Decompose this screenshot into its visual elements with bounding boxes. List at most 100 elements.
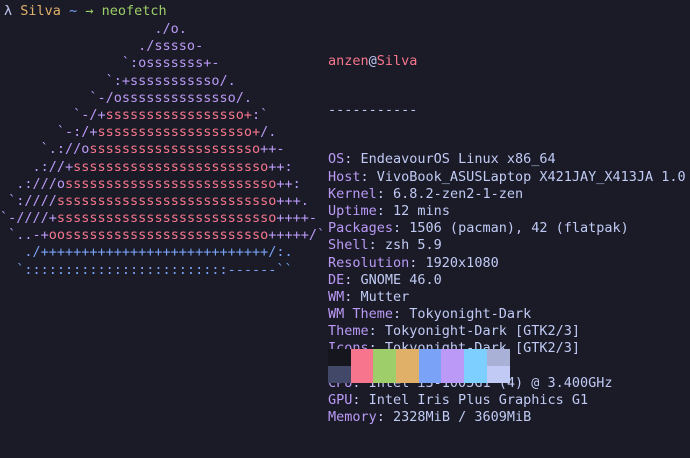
- info-colon: :: [376, 185, 394, 202]
- info-key: GPU: [328, 392, 353, 408]
- bright-swatch-6: [464, 366, 487, 383]
- info-key: Shell: [328, 237, 369, 254]
- logo-segment: /.: [260, 124, 277, 141]
- normal-swatch-5: [441, 349, 465, 366]
- logo-segment: `:////: [0, 192, 57, 209]
- info-key: Uptime: [328, 202, 377, 219]
- logo-segment: oosssssssssssssssssssssssso: [48, 227, 269, 244]
- info-colon: :: [368, 323, 385, 340]
- info-key: DE: [328, 271, 345, 288]
- info-row-resolution: Resolution: 1920x1080: [328, 255, 686, 272]
- logo-line: ./o.: [0, 21, 325, 38]
- info-key: Theme: [328, 323, 369, 340]
- info-value: 1506 (pacman), 42 (flatpak): [409, 220, 629, 237]
- logo-segment: .:///o: [0, 175, 66, 192]
- logo-line: `-/ossssssssssssso/.: [0, 90, 325, 107]
- info-value: GNOME 46.0: [360, 271, 442, 288]
- bright-swatch-1: [350, 366, 374, 383]
- logo-line: .://+ssssssssssssssssssssssso++:: [0, 159, 325, 176]
- info-colon: :: [368, 237, 385, 254]
- logo-segment: +++++/`: [268, 227, 326, 244]
- logo-segment: sssssssssssssssssssssssssso: [56, 192, 277, 209]
- logo-line: `:osssssss+-: [0, 55, 325, 72]
- shell-prompt: λ Silva ~ → neofetch: [4, 2, 167, 20]
- palette-row-bright: [328, 366, 510, 383]
- info-colon: :: [393, 306, 410, 323]
- info-key: WM: [328, 288, 345, 305]
- info-value: 1920x1080: [425, 254, 499, 271]
- logo-segment: `:+sssssssssso/.: [0, 72, 236, 89]
- info-row-wm: WM: Mutter: [328, 289, 686, 306]
- prompt-directory: ~: [69, 3, 78, 19]
- logo-segment: sssssssssssssssssssso: [89, 141, 261, 158]
- bright-swatch-4: [418, 366, 442, 383]
- info-value: zsh 5.9: [384, 237, 442, 254]
- logo-segment: `..-+: [0, 227, 49, 244]
- logo-segment: sssssssssssssssssssssssssso: [56, 210, 277, 227]
- normal-swatch-2: [373, 349, 397, 366]
- prompt-user: Silva: [20, 3, 61, 19]
- terminal-window[interactable]: λ Silva ~ → neofetch ./o. ./sssso- `:oss…: [0, 0, 690, 425]
- info-value: EndeavourOS Linux x86_64: [360, 151, 556, 168]
- bright-swatch-5: [441, 366, 465, 383]
- logo-segment: `-////+: [0, 210, 57, 227]
- info-row-host: Host: VivoBook_ASUSLaptop X421JAY_X413JA…: [328, 169, 686, 186]
- info-title: anzen@Silva: [328, 53, 686, 70]
- logo-segment: `-:/+: [0, 124, 98, 141]
- logo-segment: ./o.: [0, 21, 187, 37]
- logo-segment: `:osssssss+-: [0, 55, 220, 72]
- logo-segment: `-/ossssssssssssso/.: [0, 89, 252, 106]
- logo-segment: ++++-: [276, 210, 317, 227]
- bright-swatch-3: [396, 366, 419, 383]
- info-key: Kernel: [328, 185, 377, 202]
- prompt-command: neofetch: [101, 3, 167, 19]
- logo-segment: ./sssso-: [0, 38, 204, 55]
- info-value: Mutter: [360, 288, 410, 305]
- logo-segment: .://+: [0, 158, 74, 175]
- logo-segment: sssssssssssssssso+: [105, 106, 252, 123]
- logo-line: `.://osssssssssssssssssssso++-: [0, 141, 325, 158]
- info-colon: :: [409, 254, 426, 271]
- palette-row-normal: [328, 349, 510, 366]
- logo-segment: `.://o: [0, 141, 90, 158]
- logo-line: `-/+sssssssssssssssso+:`: [0, 107, 325, 124]
- info-value: 12 mins: [393, 202, 450, 219]
- info-key: Resolution: [328, 254, 410, 271]
- normal-swatch-6: [464, 349, 487, 366]
- info-row-packages: Packages: 1506 (pacman), 42 (flatpak): [328, 220, 686, 237]
- info-row-de: DE: GNOME 46.0: [328, 272, 686, 289]
- color-palette: [328, 349, 510, 383]
- bright-swatch-0: [328, 366, 351, 383]
- info-value: 6.8.2-zen2-1-zen: [393, 185, 524, 202]
- info-colon: :: [352, 392, 369, 408]
- logo-line: .:///ossssssssssssssssssssssssso++:: [0, 176, 325, 193]
- info-key: Memory: [328, 409, 377, 426]
- logo-segment: ssssssssssssssssssssssssso: [65, 175, 277, 192]
- normal-swatch-0: [328, 349, 351, 366]
- logo-line: `-////+sssssssssssssssssssssssssso++++-: [0, 210, 325, 227]
- logo-line: ./sssso-: [0, 38, 325, 55]
- info-key: Packages: [328, 220, 394, 237]
- info-row-kernel: Kernel: 6.8.2-zen2-1-zen: [328, 186, 686, 203]
- bright-swatch-2: [373, 366, 397, 383]
- info-value: Intel Iris Plus Graphics G1: [368, 392, 589, 408]
- info-row-memory: Memory: 2328MiB / 3609MiB: [328, 409, 686, 426]
- info-at-sign: @: [368, 53, 377, 69]
- info-value: VivoBook_ASUSLaptop X421JAY_X413JA 1.0: [376, 168, 686, 185]
- info-separator: -----------: [328, 102, 418, 119]
- info-colon: :: [376, 202, 394, 219]
- info-colon: :: [393, 220, 410, 237]
- logo-segment: ++-: [260, 141, 285, 158]
- endeavouros-ascii-logo: ./o. ./sssso- `:osssssss+- `:+ssssssssss…: [0, 21, 325, 279]
- info-username: anzen: [328, 53, 369, 69]
- info-colon: :: [344, 151, 361, 168]
- logo-segment: +++.: [276, 192, 309, 209]
- info-row-uptime: Uptime: 12 mins: [328, 203, 686, 220]
- info-value: Tokyonight-Dark: [409, 306, 532, 323]
- logo-line: `-:/+sssssssssssssssssso+/.: [0, 124, 325, 141]
- info-colon: :: [344, 271, 361, 288]
- logo-segment: ./++++++++++++++++++++++++++++/:.: [0, 244, 293, 261]
- info-row-shell: Shell: zsh 5.9: [328, 237, 686, 254]
- info-row-theme: Theme: Tokyonight-Dark [GTK2/3]: [328, 323, 686, 340]
- info-colon: :: [360, 168, 377, 185]
